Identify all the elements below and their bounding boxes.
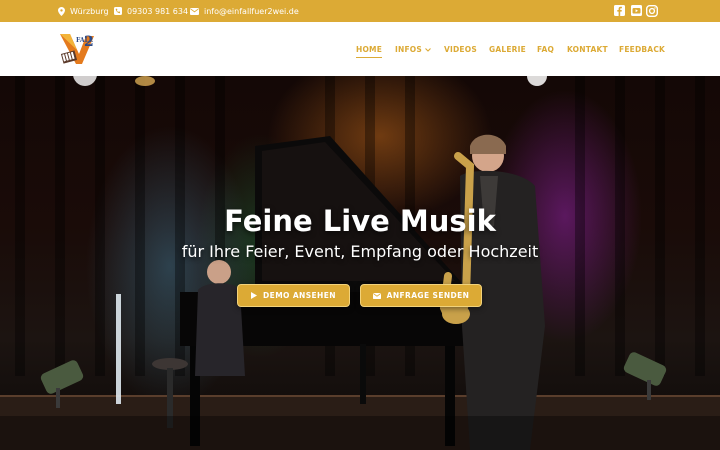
nav-home[interactable]: HOME [356, 45, 383, 58]
site-logo[interactable]: FALL 2 [58, 30, 96, 68]
demo-button[interactable]: DEMO ANSEHEN [237, 284, 350, 307]
youtube-icon[interactable] [630, 4, 642, 17]
phone-text: 09303 981 634 [127, 6, 189, 16]
location-pin-icon [58, 6, 65, 16]
nav-galerie[interactable]: GALERIE [489, 45, 526, 54]
hero-title: Feine Live Musik [224, 204, 496, 238]
site-header: FALL 2 HOME INFOS VIDEOS GALERIE FAQ KON… [0, 22, 720, 76]
envelope-icon [190, 7, 199, 15]
request-button-label: ANFRAGE SENDEN [386, 291, 470, 300]
demo-button-label: DEMO ANSEHEN [263, 291, 336, 300]
hero-background-image [0, 76, 720, 450]
chevron-down-icon [425, 45, 431, 54]
hero-section: Feine Live Musik für Ihre Feier, Event, … [0, 76, 720, 450]
email-link[interactable]: info@einfallfuer2wei.de [190, 0, 299, 22]
nav-kontakt[interactable]: KONTAKT [567, 45, 608, 54]
facebook-icon[interactable] [613, 4, 625, 17]
logo-number: 2 [84, 34, 94, 50]
phone-icon [114, 7, 122, 15]
envelope-icon [372, 292, 381, 299]
hero-subtitle: für Ihre Feier, Event, Empfang oder Hoch… [181, 242, 539, 261]
nav-feedback[interactable]: FEEDBACK [619, 45, 665, 54]
email-text: info@einfallfuer2wei.de [204, 6, 299, 16]
nav-faq[interactable]: FAQ [537, 45, 554, 54]
instagram-icon[interactable] [646, 4, 658, 17]
nav-videos[interactable]: VIDEOS [444, 45, 477, 54]
nav-infos-label: INFOS [395, 45, 422, 54]
play-icon [251, 292, 258, 299]
request-button[interactable]: ANFRAGE SENDEN [360, 284, 482, 307]
top-bar: Würzburg 09303 981 634 info@einfallfuer2… [0, 0, 720, 22]
location-text: Würzburg [70, 6, 109, 16]
nav-infos[interactable]: INFOS [395, 45, 431, 54]
phone-link[interactable]: 09303 981 634 [114, 0, 188, 22]
location-info: Würzburg [58, 0, 109, 22]
